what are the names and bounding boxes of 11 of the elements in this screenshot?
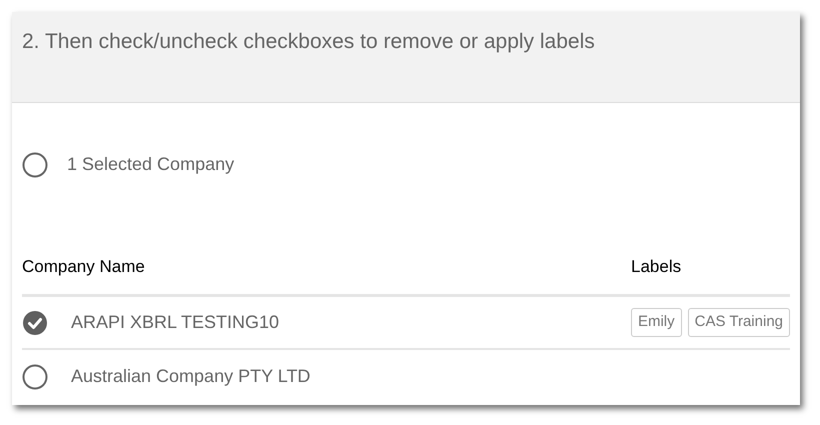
instruction-title: 2. Then check/uncheck checkboxes to remove or apply labels [22, 29, 596, 55]
company-name: ARAPI XBRL TESTING10 [71, 311, 280, 334]
unchecked-checkbox[interactable] [22, 364, 48, 390]
column-header: Labels [631, 256, 682, 278]
column-header: Company Name [22, 256, 146, 278]
label-tag: CAS Training [688, 308, 790, 337]
unchecked-checkbox[interactable] [22, 152, 48, 178]
company-name: Australian Company PTY LTD [71, 365, 312, 388]
selection-count: 1 Selected Company [67, 153, 234, 176]
label-tag: Emily [630, 308, 682, 337]
checked-checkbox[interactable] [22, 310, 48, 336]
